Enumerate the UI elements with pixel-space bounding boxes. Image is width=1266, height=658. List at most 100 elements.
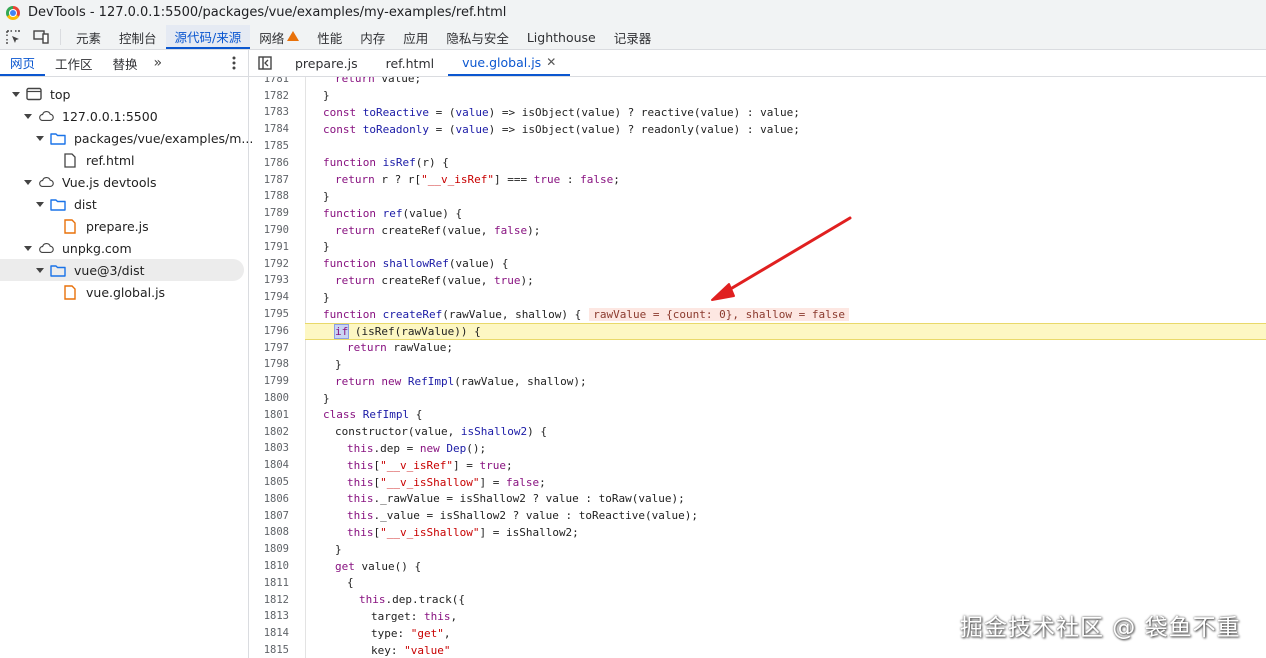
code-line[interactable]: 1799 return new RefImpl(rawValue, shallow… <box>249 373 1266 390</box>
line-number[interactable]: 1792 <box>249 258 289 270</box>
line-number[interactable]: 1805 <box>249 476 289 488</box>
close-tab-icon[interactable]: ✕ <box>546 55 556 69</box>
editor-tab-1[interactable]: ref.html <box>372 50 449 76</box>
tab-6[interactable]: 应用 <box>394 25 437 49</box>
expand-caret-icon[interactable] <box>36 201 44 207</box>
line-number[interactable]: 1797 <box>249 342 289 354</box>
line-number[interactable]: 1785 <box>249 140 289 152</box>
tab-3[interactable]: 网络 <box>250 25 308 49</box>
code-line[interactable]: 1796 if (isRef(rawValue)) { <box>264 322 1266 340</box>
code-line[interactable]: 1805 this["__v_isShallow"] = false; <box>249 474 1266 491</box>
line-number[interactable]: 1796 <box>249 325 289 337</box>
line-number[interactable]: 1813 <box>249 610 289 622</box>
expand-caret-icon[interactable] <box>24 245 32 251</box>
code-line[interactable]: 1795 function createRef(rawValue, shallow… <box>249 306 1266 323</box>
tree-item[interactable]: vue.global.js <box>0 281 244 303</box>
code-line[interactable]: 1794} <box>249 289 1266 306</box>
code-line[interactable]: 1803 this.dep = new Dep(); <box>249 440 1266 457</box>
line-number[interactable]: 1788 <box>249 190 289 202</box>
code-line[interactable]: 1807 this._value = isShallow2 ? value : t… <box>249 507 1266 524</box>
line-number[interactable]: 1786 <box>249 157 289 169</box>
line-number[interactable]: 1783 <box>249 106 289 118</box>
tab-2[interactable]: 源代码/来源 <box>165 25 251 49</box>
code-line[interactable]: 1787 return r ? r["__v_isRef"] === true :… <box>249 171 1266 188</box>
code-line[interactable]: 1786 function isRef(r) { <box>249 155 1266 172</box>
code-line[interactable]: 1789 function ref(value) { <box>249 205 1266 222</box>
code-line[interactable]: 1785 <box>249 138 1266 155</box>
tree-item[interactable]: ref.html <box>0 149 244 171</box>
expand-caret-icon[interactable] <box>36 135 44 141</box>
line-number[interactable]: 1791 <box>249 241 289 253</box>
tab-0[interactable]: 元素 <box>67 25 110 49</box>
editor-tab-2[interactable]: vue.global.js ✕ <box>448 50 571 76</box>
line-number[interactable]: 1793 <box>249 274 289 286</box>
line-number[interactable]: 1801 <box>249 409 289 421</box>
navigator-tab-0[interactable]: 网页 <box>0 50 46 76</box>
line-number[interactable]: 1815 <box>249 644 289 656</box>
line-number[interactable]: 1789 <box>249 207 289 219</box>
navigator-tab-2[interactable]: 替换 <box>103 50 148 76</box>
line-number[interactable]: 1800 <box>249 392 289 404</box>
tree-item[interactable]: dist <box>0 193 244 215</box>
line-number[interactable]: 1802 <box>249 426 289 438</box>
editor-tab-0[interactable]: prepare.js <box>281 50 372 76</box>
tab-4[interactable]: 性能 <box>308 25 351 49</box>
line-number[interactable]: 1781 <box>249 77 289 85</box>
tab-1[interactable]: 控制台 <box>110 25 166 49</box>
toggle-navigator-icon[interactable] <box>249 50 281 76</box>
line-number[interactable]: 1799 <box>249 375 289 387</box>
expand-caret-icon[interactable] <box>12 91 20 97</box>
line-number[interactable]: 1790 <box>249 224 289 236</box>
code-line[interactable]: 1801 class RefImpl { <box>249 407 1266 424</box>
line-number[interactable]: 1808 <box>249 526 289 538</box>
code-line[interactable]: 1781 return value; <box>249 77 1266 87</box>
tab-7[interactable]: 隐私与安全 <box>437 25 518 49</box>
code-line[interactable]: 1782} <box>249 87 1266 104</box>
device-toolbar-icon[interactable] <box>27 25 54 49</box>
line-number[interactable]: 1809 <box>249 543 289 555</box>
tree-item[interactable]: unpkg.com <box>0 237 244 259</box>
line-number[interactable]: 1794 <box>249 291 289 303</box>
line-number[interactable]: 1814 <box>249 627 289 639</box>
code-line[interactable]: 1809} <box>249 541 1266 558</box>
line-number[interactable]: 1787 <box>249 174 289 186</box>
tab-8[interactable]: Lighthouse <box>518 25 605 49</box>
inspect-element-icon[interactable] <box>0 25 27 49</box>
more-tabs-button[interactable]: » <box>148 50 169 76</box>
tree-item[interactable]: vue@3/dist <box>0 259 244 281</box>
code-line[interactable]: 1791} <box>249 239 1266 256</box>
expand-caret-icon[interactable] <box>24 179 32 185</box>
tree-item[interactable]: prepare.js <box>0 215 244 237</box>
line-number[interactable]: 1811 <box>249 577 289 589</box>
code-line[interactable]: 1792 function shallowRef(value) { <box>249 255 1266 272</box>
line-number[interactable]: 1795 <box>249 308 289 320</box>
code-line[interactable]: 1788} <box>249 188 1266 205</box>
navigator-tab-1[interactable]: 工作区 <box>45 50 103 76</box>
line-number[interactable]: 1810 <box>249 560 289 572</box>
code-line[interactable]: 1812 this.dep.track({ <box>249 591 1266 608</box>
line-number[interactable]: 1803 <box>249 442 289 454</box>
code-line[interactable]: 1793 return createRef(value, true); <box>249 272 1266 289</box>
line-number[interactable]: 1798 <box>249 358 289 370</box>
line-number[interactable]: 1806 <box>249 493 289 505</box>
code-line[interactable]: 1808 this["__v_isShallow"] = isShallow2; <box>249 524 1266 541</box>
expand-caret-icon[interactable] <box>24 113 32 119</box>
expand-caret-icon[interactable] <box>36 267 44 273</box>
code-line[interactable]: 1798} <box>249 356 1266 373</box>
line-number[interactable]: 1812 <box>249 594 289 606</box>
navigator-menu-icon[interactable] <box>220 50 248 76</box>
code-line[interactable]: 1797 return rawValue; <box>249 339 1266 356</box>
line-number[interactable]: 1807 <box>249 510 289 522</box>
tree-item[interactable]: Vue.js devtools <box>0 171 244 193</box>
code-line[interactable]: 1815 key: "value" <box>249 642 1266 658</box>
code-line[interactable]: 1804 this["__v_isRef"] = true; <box>249 457 1266 474</box>
tab-9[interactable]: 记录器 <box>605 25 661 49</box>
code-line[interactable]: 1790 return createRef(value, false); <box>249 222 1266 239</box>
code-line[interactable]: 1810 get value() { <box>249 558 1266 575</box>
code-line[interactable]: 1811 { <box>249 575 1266 592</box>
tree-item[interactable]: top <box>0 83 244 105</box>
line-number[interactable]: 1784 <box>249 123 289 135</box>
code-line[interactable]: 1802 constructor(value, isShallow2) { <box>249 423 1266 440</box>
code-line[interactable]: 1784 const toReadonly = (value) => isObje… <box>249 121 1266 138</box>
line-number[interactable]: 1804 <box>249 459 289 471</box>
